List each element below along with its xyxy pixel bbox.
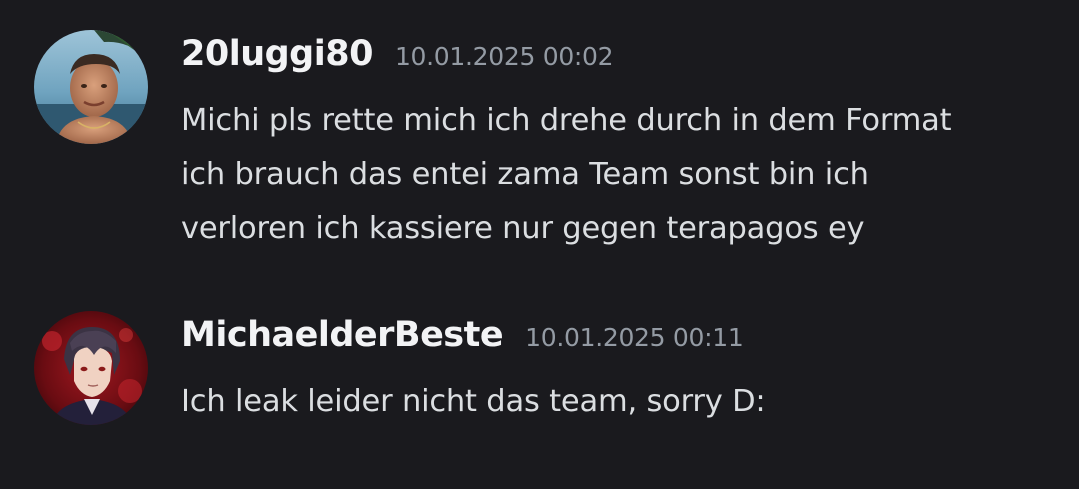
message-content: Ich leak leider nicht das team, sorry D: xyxy=(181,375,1061,429)
timestamp[interactable]: 10.01.2025 00:11 xyxy=(525,323,744,352)
username[interactable]: 20luggi80 xyxy=(181,34,373,74)
message-line: verloren ich kassiere nur gegen terapago… xyxy=(181,211,865,246)
message-content: Michi pls rette mich ich drehe durch in … xyxy=(181,94,1061,256)
user-avatar[interactable] xyxy=(34,311,148,425)
message-line: ich brauch das entei zama Team sonst bin… xyxy=(181,157,869,192)
timestamp[interactable]: 10.01.2025 00:02 xyxy=(395,42,614,71)
beach-photo-avatar-icon xyxy=(34,30,148,144)
message-header: MichaelderBeste 10.01.2025 00:11 xyxy=(181,315,744,355)
anime-character-avatar-icon xyxy=(34,311,148,425)
message-line: Ich leak leider nicht das team, sorry D: xyxy=(181,384,766,419)
user-avatar[interactable] xyxy=(34,30,148,144)
message-header: 20luggi80 10.01.2025 00:02 xyxy=(181,34,614,74)
message-line: Michi pls rette mich ich drehe durch in … xyxy=(181,103,952,138)
username[interactable]: MichaelderBeste xyxy=(181,315,504,355)
